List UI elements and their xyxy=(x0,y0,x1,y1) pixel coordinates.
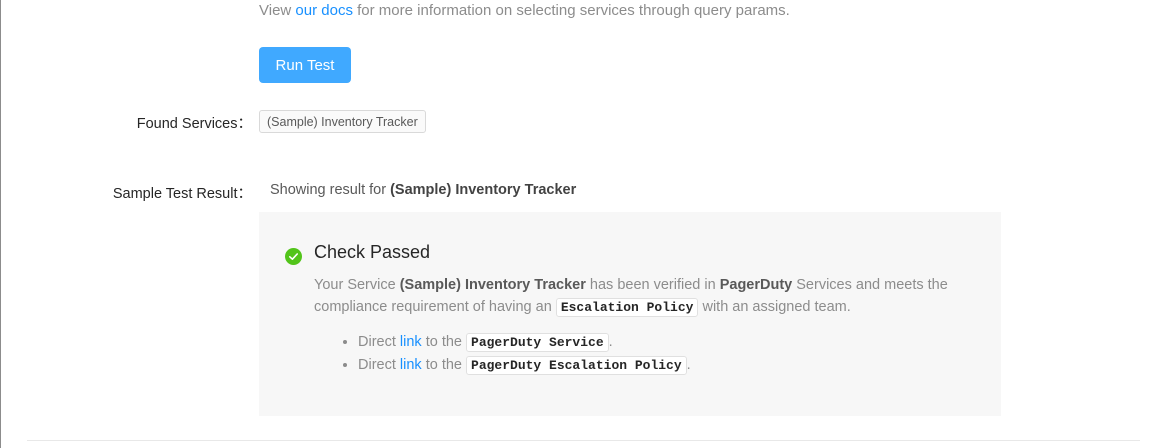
hint-suffix: for more information on selecting servic… xyxy=(352,2,790,19)
check-title: Check Passed xyxy=(314,242,431,262)
check-circle-icon xyxy=(285,248,302,265)
pagerduty-service-link[interactable]: link xyxy=(400,334,422,350)
link-middle: to the xyxy=(421,334,467,350)
divider xyxy=(27,440,1140,441)
service-tag: (Sample) Inventory Tracker xyxy=(259,110,426,133)
direct-links-list: Direct link to the PagerDuty Service. Di… xyxy=(339,331,691,377)
run-test-button[interactable]: Run Test xyxy=(259,47,351,83)
link-prefix: Direct xyxy=(358,357,400,373)
list-item: Direct link to the PagerDuty Escalation … xyxy=(358,354,691,377)
desc-text: Your Service xyxy=(314,277,400,293)
pagerduty-service-code: PagerDuty Service xyxy=(466,333,609,352)
docs-link[interactable]: our docs xyxy=(295,2,353,19)
desc-text: with an assigned team. xyxy=(698,299,851,315)
left-border xyxy=(0,0,1,448)
link-middle: to the xyxy=(421,357,467,373)
found-services-label: Found Services： xyxy=(136,116,252,132)
result-prefix: Showing result for xyxy=(270,182,391,198)
hint-prefix: View xyxy=(259,2,296,19)
link-prefix: Direct xyxy=(358,334,400,350)
desc-service: (Sample) Inventory Tracker xyxy=(399,277,586,293)
list-item: Direct link to the PagerDuty Service. xyxy=(358,331,691,354)
link-suffix: . xyxy=(686,357,691,373)
pagerduty-escalation-policy-code: PagerDuty Escalation Policy xyxy=(466,356,687,375)
result-panel: Check Passed Your Service (Sample) Inven… xyxy=(259,212,1001,416)
escalation-policy-code: Escalation Policy xyxy=(555,298,699,317)
result-heading: Showing result for (Sample) Inventory Tr… xyxy=(270,182,576,198)
check-description: Your Service (Sample) Inventory Tracker … xyxy=(314,274,984,319)
docs-hint: View our docs for more information on se… xyxy=(259,2,790,19)
desc-text: has been verified in xyxy=(585,277,720,293)
result-service-name: (Sample) Inventory Tracker xyxy=(390,182,577,198)
link-suffix: . xyxy=(608,334,613,350)
desc-provider: PagerDuty xyxy=(719,277,793,293)
pagerduty-escalation-policy-link[interactable]: link xyxy=(400,357,422,373)
sample-test-result-label: Sample Test Result： xyxy=(112,186,252,202)
